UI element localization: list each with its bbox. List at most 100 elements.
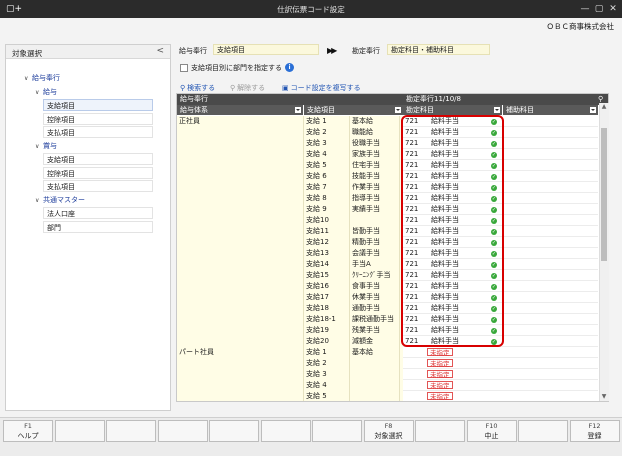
tree-item-8[interactable]: 支払項目 <box>43 180 153 192</box>
search-button[interactable]: ⚲ 検索する <box>180 83 215 93</box>
company-name: ＯＢＣ商事株式会社 <box>546 22 615 31</box>
chevron-down-icon[interactable]: ∨ <box>35 141 43 153</box>
table-row[interactable]: 支給 4 家族手当 721 給料手当 ✓ <box>177 149 598 160</box>
table-row[interactable]: 支給15 ｸﾘｰﾆﾝｸﾞ手当 721 給料手当 ✓ <box>177 270 598 281</box>
unset-badge[interactable]: 未指定 <box>427 370 453 379</box>
tree-item-7[interactable]: 控除項目 <box>43 166 153 179</box>
copy-code-button[interactable]: ▣ コード設定を複写する <box>282 83 361 93</box>
pay-system-cell <box>177 380 304 391</box>
table-row[interactable]: 支給 8 指導手当 721 給料手当 ✓ <box>177 193 598 204</box>
fkey-empty-3[interactable] <box>157 420 208 442</box>
column-sub-account[interactable]: 補助科目 <box>503 105 598 115</box>
fkey-f10[interactable]: F10 中止 <box>466 420 517 442</box>
fkey-f12[interactable]: F12 登録 <box>569 420 620 442</box>
scroll-up-icon[interactable]: ▲ <box>600 103 608 110</box>
column-pay-item[interactable]: 支給項目 <box>304 105 403 115</box>
chevron-down-icon[interactable]: ∨ <box>35 87 43 99</box>
table-row[interactable]: 支給17 休業手当 721 給料手当 ✓ <box>177 292 598 303</box>
fkey-empty-8[interactable] <box>415 420 465 442</box>
collapse-panel-icon[interactable]: < <box>156 46 164 56</box>
table-row[interactable]: 支給 7 作業手当 721 給料手当 ✓ <box>177 182 598 193</box>
fkey-number: F8 <box>384 422 393 430</box>
dropdown-icon[interactable] <box>494 107 500 113</box>
department-checkbox[interactable] <box>180 64 188 72</box>
table-row[interactable]: 支給20 減額金 721 給料手当 ✓ <box>177 336 598 347</box>
unset-badge[interactable]: 未指定 <box>427 359 453 368</box>
tree-item-10[interactable]: 法人口座 <box>43 207 153 219</box>
table-row[interactable]: 正社員 支給 1 基本給 721 給料手当 ✓ <box>177 116 598 127</box>
pay-system-cell <box>177 303 304 314</box>
unset-badge[interactable]: 未指定 <box>427 348 453 357</box>
tree-group-1[interactable]: ∨ 給与 <box>32 85 152 99</box>
column-pay-system[interactable]: 給与体系 <box>177 105 303 115</box>
clear-button[interactable]: ⚲ 解除する <box>230 83 265 93</box>
dropdown-icon[interactable] <box>395 107 401 113</box>
pay-item-name-cell: 基本給 <box>350 347 400 358</box>
table-row[interactable]: 支給 2 未指定 <box>177 358 598 369</box>
unset-badge[interactable]: 未指定 <box>427 381 453 390</box>
table-row[interactable]: 支給11 皆勤手当 721 給料手当 ✓ <box>177 226 598 237</box>
table-row[interactable]: 支給16 食事手当 721 給料手当 ✓ <box>177 281 598 292</box>
table-row[interactable]: 支給19 残業手当 721 給料手当 ✓ <box>177 325 598 336</box>
chevron-down-icon[interactable]: ∨ <box>35 195 43 207</box>
table-row[interactable]: 支給 3 未指定 <box>177 369 598 380</box>
title-bar: ▢+ 仕訳伝票コード設定 — ▢ ✕ <box>0 0 622 18</box>
tree-item-11[interactable]: 部門 <box>43 220 153 233</box>
fkey-f1[interactable]: F1 ヘルプ <box>3 420 53 442</box>
chevron-down-icon[interactable]: ∨ <box>24 73 32 85</box>
table-row[interactable]: 支給 4 未指定 <box>177 380 598 391</box>
table-row[interactable]: 支給13 会議手当 721 給料手当 ✓ <box>177 248 598 259</box>
fkey-empty-1[interactable] <box>54 420 105 442</box>
minimize-icon[interactable]: — <box>578 2 592 16</box>
pay-item-name-cell: 通勤手当 <box>350 303 400 314</box>
tree-item-label: 法人口座 <box>47 210 75 218</box>
column-account[interactable]: 勘定科目 <box>403 105 502 115</box>
maximize-icon[interactable]: ▢ <box>592 2 606 16</box>
dropdown-icon[interactable] <box>295 107 301 113</box>
pay-system-cell <box>177 391 304 401</box>
tree-item-3[interactable]: 控除項目 <box>43 112 153 125</box>
dropdown-icon[interactable] <box>590 107 596 113</box>
table-row[interactable]: 支給 9 実績手当 721 給料手当 ✓ <box>177 204 598 215</box>
tree-group-5[interactable]: ∨ 賞与 <box>32 139 152 153</box>
table-row[interactable]: 支給12 精勤手当 721 給料手当 ✓ <box>177 237 598 248</box>
table-row[interactable]: 支給14 手当A 721 給料手当 ✓ <box>177 259 598 270</box>
pay-item-name-cell <box>350 380 400 391</box>
table-row[interactable]: 支給 2 職能給 721 給料手当 ✓ <box>177 127 598 138</box>
table-row[interactable]: 支給 5 住宅手当 721 給料手当 ✓ <box>177 160 598 171</box>
sub-account-cell <box>503 259 598 270</box>
scroll-down-icon[interactable]: ▼ <box>600 393 608 400</box>
table-row[interactable]: 支給18-1 課税通勤手当 721 給料手当 ✓ <box>177 314 598 325</box>
table-row[interactable]: 支給 3 役職手当 721 給料手当 ✓ <box>177 138 598 149</box>
table-row[interactable]: 支給 6 技能手当 721 給料手当 ✓ <box>177 171 598 182</box>
unset-badge[interactable]: 未指定 <box>427 392 453 401</box>
scroll-thumb[interactable] <box>601 128 607 261</box>
pay-item-name-cell: 食事手当 <box>350 281 400 292</box>
tree-item-2[interactable]: 支給項目 <box>43 99 153 111</box>
fkey-f8[interactable]: F8 対象選択 <box>363 420 414 442</box>
tree-item-4[interactable]: 支払項目 <box>43 126 153 138</box>
account-column-highlight <box>401 115 504 347</box>
table-row[interactable]: 支給10 721 給料手当 ✓ <box>177 215 598 226</box>
sub-account-cell <box>503 270 598 281</box>
table-row[interactable]: 支給18 通勤手当 721 給料手当 ✓ <box>177 303 598 314</box>
column-sub-account-label: 補助科目 <box>506 106 534 114</box>
table-row[interactable]: パート社員 支給 1 基本給 未指定 <box>177 347 598 358</box>
tree-item-label: 支給項目 <box>47 102 75 110</box>
fkey-empty-10[interactable] <box>518 420 568 442</box>
table-row[interactable]: 支給 5 未指定 <box>177 391 598 401</box>
tree-group-0[interactable]: ∨ 給与奉行 <box>21 72 141 84</box>
info-icon[interactable]: i <box>285 63 294 72</box>
pay-item-name-cell: 住宅手当 <box>350 160 400 171</box>
fkey-empty-2[interactable] <box>106 420 156 442</box>
fkey-empty-5[interactable] <box>260 420 311 442</box>
sub-account-cell <box>503 281 598 292</box>
tree-group-9[interactable]: ∨ 共通マスター <box>32 193 152 207</box>
pay-item-name-cell: ｸﾘｰﾆﾝｸﾞ手当 <box>350 270 400 281</box>
fkey-empty-4[interactable] <box>209 420 259 442</box>
fkey-empty-6[interactable] <box>312 420 362 442</box>
arrow-right-icon: ▶▶ <box>327 46 337 55</box>
tree-item-6[interactable]: 支給項目 <box>43 153 153 165</box>
tree-item-label: 給与奉行 <box>32 74 60 82</box>
close-icon[interactable]: ✕ <box>606 2 620 16</box>
